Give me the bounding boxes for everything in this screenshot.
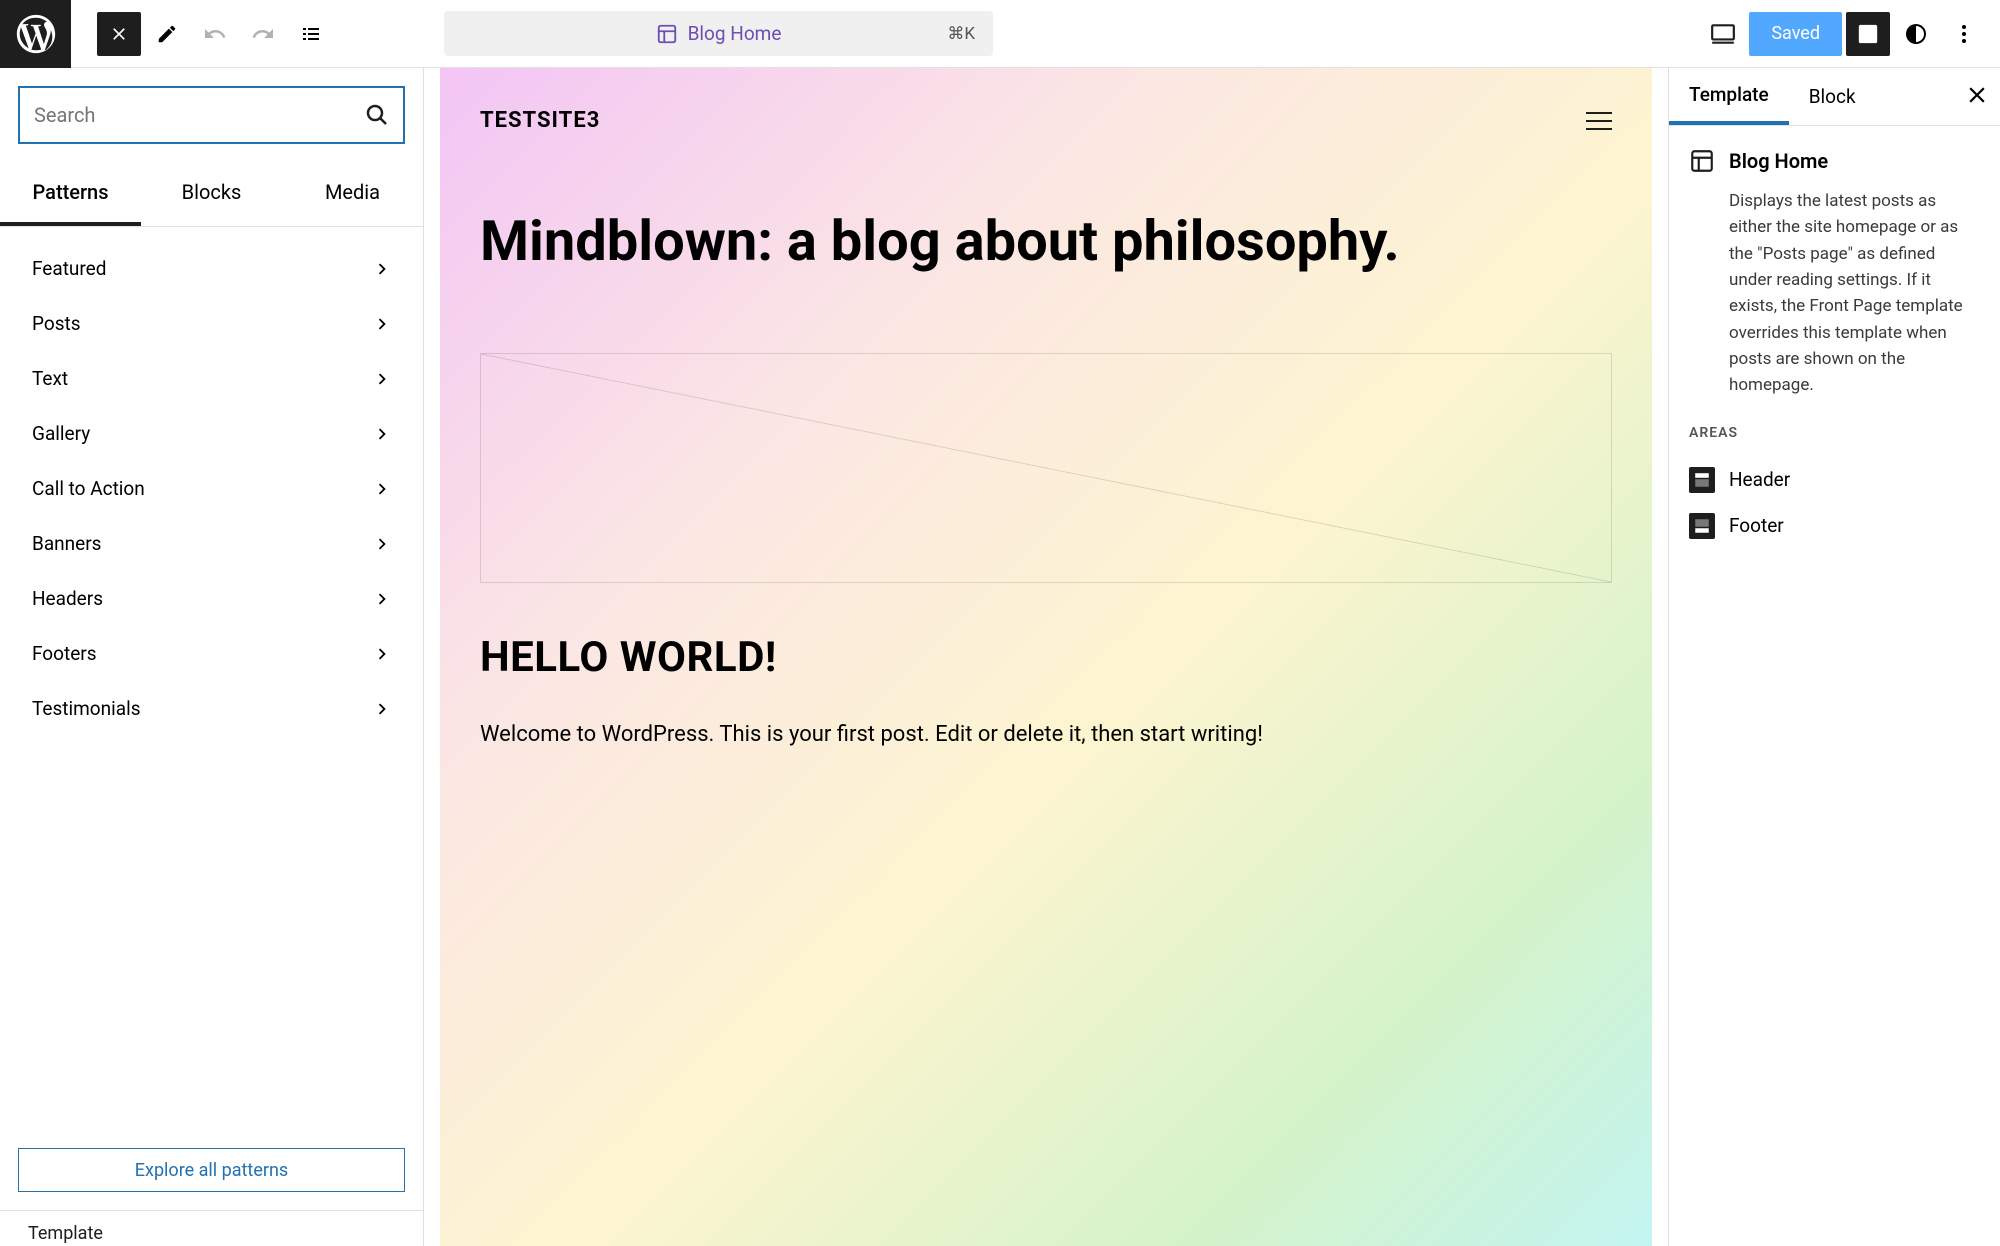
chevron-right-icon	[371, 533, 393, 555]
chevron-right-icon	[371, 588, 393, 610]
category-label: Footers	[32, 642, 97, 665]
explore-patterns-button[interactable]: Explore all patterns	[18, 1148, 405, 1192]
areas-label: AREAS	[1689, 425, 1980, 441]
category-label: Text	[32, 367, 68, 390]
main-area: Patterns Blocks Media Featured Posts Tex…	[0, 68, 2000, 1246]
category-footers[interactable]: Footers	[0, 626, 423, 681]
list-view-icon	[299, 22, 323, 46]
settings-tabs: Template Block	[1669, 68, 2000, 126]
category-posts[interactable]: Posts	[0, 296, 423, 351]
pattern-category-list: Featured Posts Text Gallery Call to Acti…	[0, 227, 423, 1130]
template-description: Displays the latest posts as either the …	[1729, 188, 1980, 399]
layout-icon	[656, 23, 678, 45]
site-header: TESTSITE3	[480, 108, 1612, 133]
wordpress-icon	[13, 11, 59, 57]
area-label: Footer	[1729, 514, 1784, 537]
category-label: Testimonials	[32, 697, 141, 720]
chevron-right-icon	[371, 478, 393, 500]
tab-template[interactable]: Template	[1669, 68, 1789, 125]
inserter-panel: Patterns Blocks Media Featured Posts Tex…	[0, 68, 424, 1246]
editor-canvas[interactable]: TESTSITE3 Mindblown: a blog about philos…	[424, 68, 1668, 1246]
tab-block[interactable]: Block	[1789, 68, 1876, 125]
category-label: Featured	[32, 257, 106, 280]
top-toolbar: Blog Home ⌘K Saved	[0, 0, 2000, 68]
chevron-right-icon	[371, 313, 393, 335]
chevron-right-icon	[371, 368, 393, 390]
search-icon	[365, 103, 389, 127]
close-settings-button[interactable]	[1964, 82, 1990, 108]
chevron-right-icon	[371, 643, 393, 665]
breadcrumb-template[interactable]: Template	[0, 1210, 423, 1246]
template-name: Blog Home	[1729, 149, 1828, 173]
redo-button[interactable]	[241, 12, 285, 56]
settings-panel: Template Block Blog Home Displays the la…	[1668, 68, 2000, 1246]
close-icon	[109, 24, 129, 44]
tab-patterns[interactable]: Patterns	[0, 162, 141, 226]
shortcut-hint: ⌘K	[947, 24, 975, 44]
styles-button[interactable]	[1894, 12, 1938, 56]
category-text[interactable]: Text	[0, 351, 423, 406]
category-cta[interactable]: Call to Action	[0, 461, 423, 516]
tab-blocks[interactable]: Blocks	[141, 162, 282, 226]
edit-tool-button[interactable]	[145, 12, 189, 56]
undo-icon	[203, 22, 227, 46]
category-label: Banners	[32, 532, 101, 555]
document-bar[interactable]: Blog Home ⌘K	[444, 11, 993, 56]
chevron-right-icon	[371, 698, 393, 720]
nav-menu-toggle[interactable]	[1586, 112, 1612, 130]
area-label: Header	[1729, 468, 1790, 491]
category-testimonials[interactable]: Testimonials	[0, 681, 423, 736]
save-button[interactable]: Saved	[1749, 12, 1842, 56]
category-banners[interactable]: Banners	[0, 516, 423, 571]
footer-area-icon	[1689, 513, 1715, 539]
category-label: Headers	[32, 587, 103, 610]
category-featured[interactable]: Featured	[0, 241, 423, 296]
close-icon	[1964, 82, 1990, 108]
post-title[interactable]: HELLO WORLD!	[480, 633, 1612, 682]
category-label: Posts	[32, 312, 81, 335]
close-inserter-button[interactable]	[97, 12, 141, 56]
template-info: Blog Home Displays the latest posts as e…	[1669, 126, 2000, 571]
tool-group-left	[71, 12, 333, 56]
hero-heading[interactable]: Mindblown: a blog about philosophy.	[480, 209, 1612, 273]
chevron-right-icon	[371, 423, 393, 445]
chevron-right-icon	[371, 258, 393, 280]
undo-button[interactable]	[193, 12, 237, 56]
pencil-icon	[156, 23, 178, 45]
layout-icon	[1689, 148, 1715, 174]
styles-icon	[1904, 22, 1928, 46]
area-footer[interactable]: Footer	[1689, 503, 1980, 549]
category-label: Gallery	[32, 422, 90, 445]
category-gallery[interactable]: Gallery	[0, 406, 423, 461]
tab-media[interactable]: Media	[282, 162, 423, 226]
search-input[interactable]	[34, 103, 365, 127]
sidebar-icon	[1857, 23, 1879, 45]
area-header[interactable]: Header	[1689, 457, 1980, 503]
settings-sidebar-toggle[interactable]	[1846, 12, 1890, 56]
view-button[interactable]	[1701, 12, 1745, 56]
redo-icon	[251, 22, 275, 46]
site-title[interactable]: TESTSITE3	[480, 108, 600, 133]
desktop-icon	[1710, 21, 1736, 47]
post-excerpt[interactable]: Welcome to WordPress. This is your first…	[480, 718, 1612, 752]
document-overview-button[interactable]	[289, 12, 333, 56]
featured-image-placeholder[interactable]	[480, 353, 1612, 583]
wp-logo[interactable]	[0, 0, 71, 68]
category-headers[interactable]: Headers	[0, 571, 423, 626]
document-title: Blog Home	[656, 22, 782, 45]
options-button[interactable]	[1942, 12, 1986, 56]
search-box[interactable]	[18, 86, 405, 144]
more-vertical-icon	[1952, 22, 1976, 46]
category-label: Call to Action	[32, 477, 145, 500]
header-area-icon	[1689, 467, 1715, 493]
tool-group-right: Saved	[1701, 12, 1986, 56]
inserter-tabs: Patterns Blocks Media	[0, 162, 423, 227]
